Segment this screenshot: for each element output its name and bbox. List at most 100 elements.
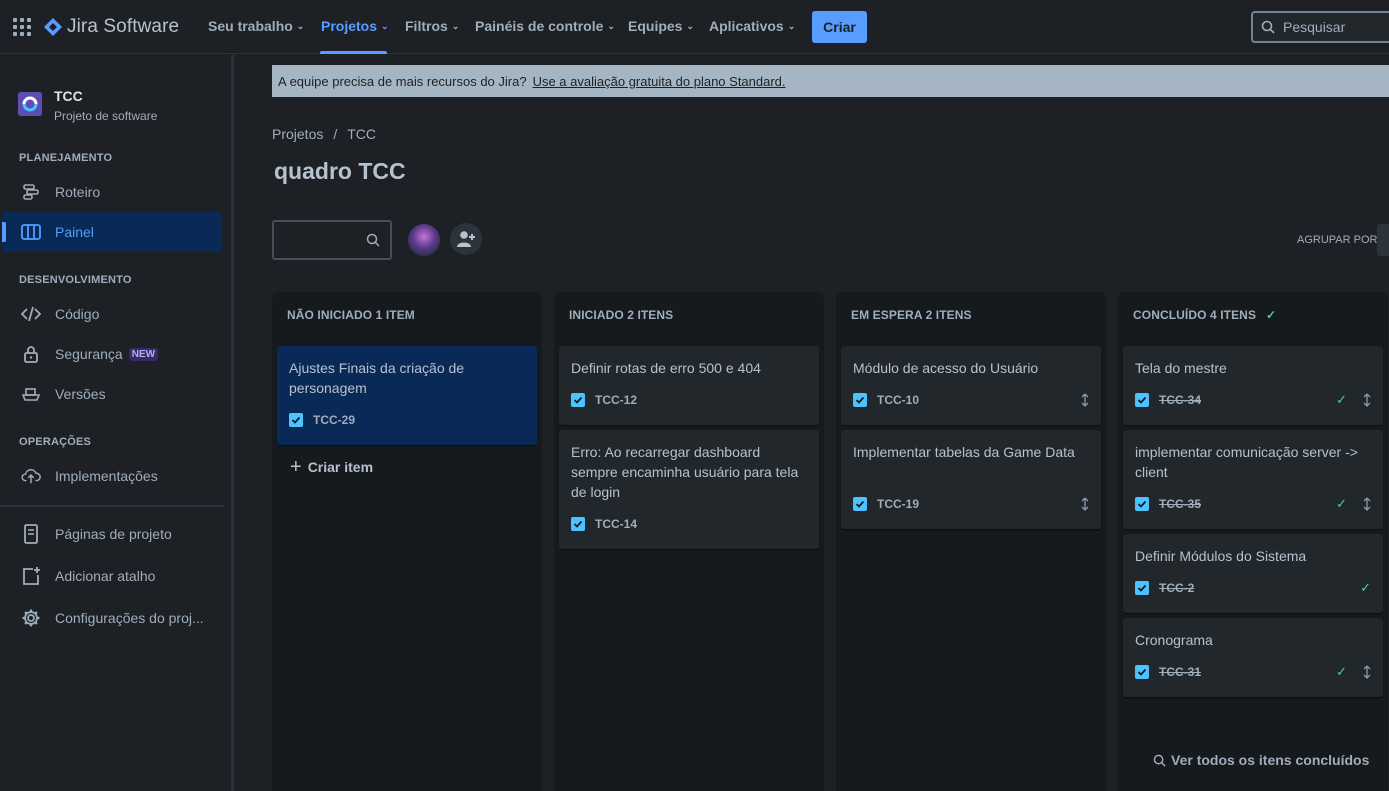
issue-key[interactable]: TCC-10 xyxy=(877,393,919,407)
issue-title: Módulo de acesso do Usuário xyxy=(853,360,1039,376)
issue-key[interactable]: TCC-35 xyxy=(1159,497,1201,511)
new-badge: NEW xyxy=(128,347,159,361)
board-column-done: CONCLUÍDO 4 ITENS ✓ Tela do mestre TCC-34… xyxy=(1118,292,1388,791)
sidebar-item-label: Painel xyxy=(55,224,94,240)
issue-card[interactable]: Erro: Ao recarregar dashboard sempre enc… xyxy=(559,430,819,549)
banner-trial-link[interactable]: Use a avaliação gratuita do plano Standa… xyxy=(533,74,786,89)
done-check-icon: ✓ xyxy=(1336,392,1347,407)
task-type-icon xyxy=(1135,665,1149,679)
board-column-in-progress: INICIADO 2 ITENS Definir rotas de erro 5… xyxy=(554,292,824,791)
issue-key[interactable]: TCC-34 xyxy=(1159,393,1201,407)
chevron-down-icon: ⌄ xyxy=(381,21,389,31)
breadcrumb-projects[interactable]: Projetos xyxy=(272,126,323,142)
task-type-icon xyxy=(1135,393,1149,407)
nav-projetos[interactable]: Projetos ⌄ xyxy=(321,18,389,34)
priority-medium-icon xyxy=(1363,497,1371,511)
project-name[interactable]: TCC xyxy=(54,88,83,104)
sidebar-item-add-shortcut[interactable]: Adicionar atalho xyxy=(2,556,222,596)
nav-filtros[interactable]: Filtros ⌄ xyxy=(405,18,459,34)
board-search-input[interactable] xyxy=(272,220,392,260)
issue-card[interactable]: Tela do mestre TCC-34 ✓ xyxy=(1123,346,1383,425)
code-icon xyxy=(21,304,41,324)
global-search-input[interactable]: Pesquisar xyxy=(1251,11,1389,43)
issue-card[interactable]: implementar comunicação server -> client… xyxy=(1123,430,1383,529)
project-type: Projeto de software xyxy=(54,109,158,123)
priority-medium-icon xyxy=(1081,393,1089,407)
issue-card[interactable]: Ajustes Finais da criação de personagem … xyxy=(277,346,537,445)
sidebar-item-roadmap[interactable]: Roteiro xyxy=(2,172,222,212)
ship-icon xyxy=(21,384,41,404)
search-icon xyxy=(1261,20,1275,34)
issue-card[interactable]: Implementar tabelas da Game Data TCC-19 xyxy=(841,430,1101,529)
issue-key[interactable]: TCC-2 xyxy=(1159,581,1194,595)
issue-title: Erro: Ao recarregar dashboard sempre enc… xyxy=(571,444,799,500)
create-button[interactable]: Criar xyxy=(812,11,867,43)
sidebar-item-label: Roteiro xyxy=(55,184,101,200)
sidebar-divider xyxy=(0,505,224,507)
sidebar-item-settings[interactable]: Configurações do proj... xyxy=(2,598,222,638)
task-type-icon xyxy=(571,517,585,531)
issue-key[interactable]: TCC-31 xyxy=(1159,665,1201,679)
breadcrumb: Projetos / TCC xyxy=(272,126,376,142)
cloud-upload-icon xyxy=(21,466,41,486)
project-avatar xyxy=(18,92,42,116)
view-all-done-label: Ver todos os itens concluídos xyxy=(1171,752,1370,768)
sidebar-item-deployments[interactable]: Implementações xyxy=(2,456,222,496)
task-type-icon xyxy=(1135,581,1149,595)
issue-key[interactable]: TCC-12 xyxy=(595,393,637,407)
nav-paineis[interactable]: Painéis de controle ⌄ xyxy=(475,18,615,34)
sidebar-item-board[interactable]: Painel xyxy=(2,212,222,252)
done-check-icon: ✓ xyxy=(1336,496,1347,511)
issue-title: Definir Módulos do Sistema xyxy=(1135,548,1307,564)
roadmap-icon xyxy=(21,182,41,202)
sidebar-item-label: Adicionar atalho xyxy=(55,568,156,584)
sidebar-item-label: Configurações do proj... xyxy=(55,610,204,626)
chevron-down-icon: ⌄ xyxy=(607,21,615,31)
user-avatar-filter[interactable] xyxy=(406,222,442,258)
issue-key[interactable]: TCC-14 xyxy=(595,517,637,531)
sidebar-resize-handle[interactable] xyxy=(231,55,234,791)
sidebar-item-security[interactable]: Segurança NEW xyxy=(2,334,222,374)
search-placeholder: Pesquisar xyxy=(1283,19,1346,35)
add-person-icon xyxy=(457,231,475,247)
done-check-icon: ✓ xyxy=(1336,664,1347,679)
priority-medium-icon xyxy=(1363,665,1371,679)
column-header: INICIADO 2 ITENS xyxy=(569,308,674,322)
task-type-icon xyxy=(1135,497,1149,511)
sidebar-item-project-pages[interactable]: Páginas de projeto xyxy=(2,514,222,554)
issue-title: Ajustes Finais da criação de personagem xyxy=(289,360,465,396)
issue-key[interactable]: TCC-29 xyxy=(313,413,355,427)
view-all-done-link[interactable]: Ver todos os itens concluídos xyxy=(1153,752,1369,768)
plus-icon: + xyxy=(290,456,302,478)
column-header: NÃO INICIADO 1 ITEM xyxy=(287,308,415,322)
sidebar-item-code[interactable]: Código xyxy=(2,294,222,334)
create-issue-label: Criar item xyxy=(307,459,374,475)
search-icon xyxy=(366,233,380,247)
page-icon xyxy=(21,524,41,544)
issue-title: implementar comunicação server -> client xyxy=(1135,444,1358,480)
page-title: quadro TCC xyxy=(274,158,406,184)
add-people-button[interactable] xyxy=(450,223,482,255)
nav-equipes[interactable]: Equipes ⌄ xyxy=(628,18,694,34)
nav-aplicativos[interactable]: Aplicativos ⌄ xyxy=(709,18,795,34)
sidebar-item-label: Segurança xyxy=(55,346,123,362)
app-name: Jira Software xyxy=(67,16,180,37)
sidebar-item-label: Implementações xyxy=(55,468,158,484)
issue-card[interactable]: Cronograma TCC-31 ✓ xyxy=(1123,618,1383,697)
breadcrumb-project[interactable]: TCC xyxy=(347,126,376,142)
issue-card[interactable]: Definir Módulos do Sistema TCC-2 ✓ xyxy=(1123,534,1383,613)
jira-diamond-icon xyxy=(44,18,62,36)
app-switcher-icon[interactable] xyxy=(13,18,31,36)
jira-logo[interactable]: Jira Software xyxy=(44,15,179,39)
section-development: DESENVOLVIMENTO xyxy=(19,274,132,286)
project-sidebar xyxy=(0,55,232,791)
sidebar-item-releases[interactable]: Versões xyxy=(2,374,222,414)
group-by-label: AGRUPAR POR xyxy=(1297,234,1378,246)
issue-key[interactable]: TCC-19 xyxy=(877,497,919,511)
nav-seu-trabalho[interactable]: Seu trabalho ⌄ xyxy=(208,18,304,34)
group-by-dropdown[interactable] xyxy=(1377,224,1389,256)
create-issue-button[interactable]: + Criar item xyxy=(290,456,374,478)
issue-card[interactable]: Módulo de acesso do Usuário TCC-10 xyxy=(841,346,1101,425)
board-icon xyxy=(21,222,41,242)
issue-card[interactable]: Definir rotas de erro 500 e 404 TCC-12 xyxy=(559,346,819,425)
